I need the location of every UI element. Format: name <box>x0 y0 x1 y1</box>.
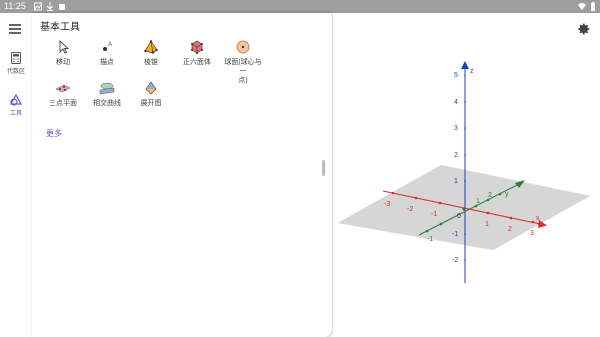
move-icon <box>59 39 70 54</box>
download-notification-icon <box>46 2 54 11</box>
tools-icon <box>9 93 23 106</box>
x-tick-label: 2 <box>508 226 512 233</box>
navigation-rail: 代数区 工具 <box>0 13 32 337</box>
sphere-icon <box>236 40 250 54</box>
image-notification-icon <box>34 2 42 11</box>
tool-label: 相交曲线 <box>93 100 121 107</box>
z-tick-label: -2 <box>452 257 458 264</box>
tool-label: 展开图 <box>140 100 162 107</box>
plane-three-points-icon <box>55 84 71 93</box>
tool-label: 棱锥 <box>144 59 158 66</box>
tools-panel: 基本工具 移动 A 描点 棱锥 正六面体 球面(球心与一点) 三点平面 相交曲线… <box>32 13 332 337</box>
android-notification-icon <box>59 4 65 10</box>
x-axis-label: x <box>536 215 540 222</box>
panel-resize-handle[interactable] <box>322 160 325 176</box>
y-axis-label: y <box>505 191 509 198</box>
intersection-curve-icon <box>99 82 115 95</box>
rail-item-tools[interactable]: 工具 <box>0 93 32 117</box>
z-tick-label: 5 <box>454 72 458 79</box>
tool-label: 正六面体 <box>183 59 211 66</box>
z-axis-label: z <box>470 68 474 75</box>
cube-icon <box>191 40 203 54</box>
settings-gear-icon[interactable] <box>577 22 591 36</box>
rail-item-label: 代数区 <box>6 69 25 75</box>
tool-cube[interactable]: 正六面体 <box>175 39 219 67</box>
rail-item-algebra[interactable]: 代数区 <box>0 52 32 75</box>
origin-label: 0 <box>457 213 461 220</box>
tool-sphere[interactable]: 球面(球心与一点) <box>221 39 265 85</box>
x-tick-label: -3 <box>384 201 390 208</box>
axes-3d: z 5 4 3 2 1 -1 -2 x -3 -2 -1 1 2 3 y -1 … <box>337 61 591 283</box>
z-axis-arrow <box>461 61 469 69</box>
tool-pyramid[interactable]: 棱锥 <box>129 39 173 67</box>
y-tick-label: -1 <box>427 236 433 243</box>
z-tick-label: 4 <box>454 99 458 106</box>
calculator-icon <box>11 52 21 64</box>
tool-plane-three-points[interactable]: 三点平面 <box>41 80 85 108</box>
x-tick-label: 3 <box>530 230 534 237</box>
z-tick-label: 3 <box>454 125 458 132</box>
tool-label: 三点平面 <box>49 100 77 107</box>
net-icon <box>145 81 157 95</box>
status-bar: 11:25 <box>0 0 600 13</box>
wifi-icon <box>578 3 586 10</box>
tool-label: 移动 <box>56 59 70 66</box>
tool-label-line2: 点) <box>238 77 248 84</box>
x-tick-label: -2 <box>407 206 413 213</box>
tool-label: 球面(球心与一点) <box>221 58 265 85</box>
rail-item-label: 工具 <box>9 111 22 117</box>
x-tick-label: 1 <box>485 221 489 228</box>
battery-icon <box>591 2 595 11</box>
z-tick-label: 1 <box>454 178 458 185</box>
status-time: 11:25 <box>4 1 26 11</box>
tool-label-line1: 球面(球心与一 <box>224 59 262 75</box>
x-tick-label: -1 <box>431 211 437 218</box>
tool-move[interactable]: 移动 <box>41 39 85 67</box>
origin-point <box>462 207 466 211</box>
tool-net[interactable]: 展开图 <box>129 80 173 108</box>
svg-text:A: A <box>108 42 112 48</box>
pyramid-icon <box>144 40 158 54</box>
y-tick-label: 1 <box>476 198 480 205</box>
y-tick-label: 2 <box>488 192 492 199</box>
tool-point[interactable]: A 描点 <box>85 39 129 67</box>
z-tick-label: -1 <box>452 231 458 238</box>
tool-intersection-curve[interactable]: 相交曲线 <box>85 80 129 108</box>
tool-label: 描点 <box>100 59 114 66</box>
hamburger-menu-icon[interactable] <box>9 24 21 34</box>
z-tick-label: 2 <box>454 152 458 159</box>
point-icon: A <box>103 42 112 51</box>
more-tools-link[interactable]: 更多 <box>46 128 62 139</box>
panel-title: 基本工具 <box>40 22 80 33</box>
